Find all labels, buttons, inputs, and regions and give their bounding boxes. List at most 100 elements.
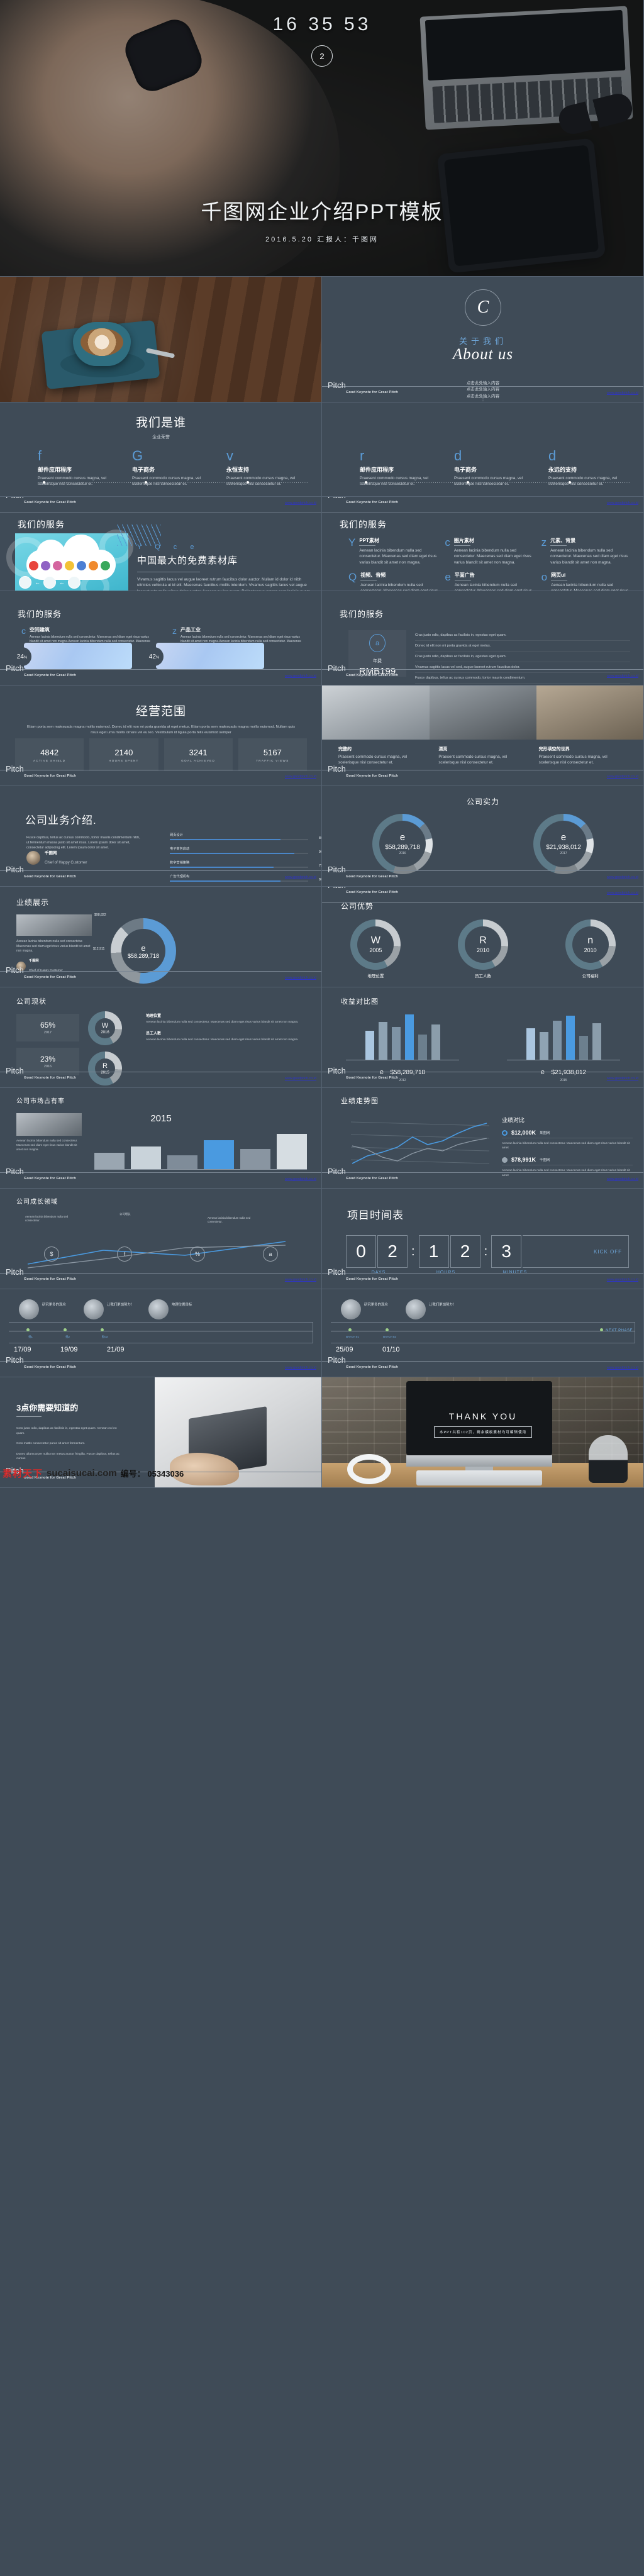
footer-url[interactable]: www.goodpitch.co.id bbox=[285, 1177, 316, 1181]
performance-photo bbox=[16, 914, 92, 936]
service-item-title: 网页ui bbox=[551, 572, 566, 578]
service-two-item-title: 产品工业 bbox=[180, 627, 201, 633]
thank-you-heading: THANK YOU bbox=[448, 1411, 518, 1421]
who-item-body: Praesent commodo cursus magna, vel scele… bbox=[132, 476, 201, 487]
footer-logo: Pitch bbox=[328, 497, 346, 499]
countdown-digit: 2 bbox=[377, 1235, 408, 1268]
person-role: Chief of Happy Customer bbox=[45, 861, 87, 865]
service-item-icon: e bbox=[445, 570, 451, 583]
legend-dot-icon bbox=[502, 1157, 508, 1163]
footer-logo: Pitch bbox=[328, 764, 346, 774]
footer-url[interactable]: www.goodpitch.co.id bbox=[607, 875, 638, 879]
timeline-mark-label: BATCH 01 bbox=[346, 1335, 359, 1338]
next-phase-label: NEXT PHASE bbox=[600, 1328, 633, 1333]
trend-body: Aenean lacinia bibendum nulla sed consec… bbox=[502, 1138, 633, 1150]
three-points-para: Cras justo odio, dapibus ac facilisis in… bbox=[16, 1427, 117, 1435]
footer-url[interactable]: www.goodpitch.co.id bbox=[607, 1278, 638, 1282]
footer-tagline: Good Keynote for Great Pitch bbox=[24, 975, 76, 979]
trend-name: 某图网 bbox=[540, 1131, 550, 1135]
footer-url[interactable]: www.goodpitch.co.id bbox=[285, 1077, 316, 1080]
slide-scope: 经营范围 Etiam porta sem malesuada magna mol… bbox=[0, 686, 322, 786]
who-item-body: Praesent commodo cursus magna, vel scele… bbox=[38, 476, 107, 487]
slide-footer: Pitch Good Keynote for Great Pitch www.g… bbox=[322, 865, 644, 887]
timeline-thumb bbox=[148, 1299, 169, 1319]
footer-url[interactable]: www.goodpitch.co.id bbox=[607, 391, 638, 395]
footer-url[interactable]: www.goodpitch.co.id bbox=[285, 976, 316, 980]
slide-footer: Pitch Good Keynote for Great Pitch www.g… bbox=[0, 1268, 322, 1289]
slide-footer: Pitch Good Keynote for Great Pitch www.g… bbox=[322, 381, 644, 402]
who-rail bbox=[38, 481, 309, 484]
three-points-title: 3点你需要知道的 bbox=[16, 1403, 79, 1413]
footer-url[interactable]: www.goodpitch.co.id bbox=[607, 674, 638, 678]
footer-tagline: Good Keynote for Great Pitch bbox=[24, 1365, 76, 1369]
stat-value: 2140 bbox=[114, 747, 133, 757]
who-title: 我们是谁 bbox=[135, 416, 186, 430]
footer-url[interactable]: www.goodpitch.co.id bbox=[285, 1278, 316, 1282]
ring-letter: R bbox=[103, 1062, 108, 1070]
tile-label: 2016 bbox=[43, 1065, 52, 1069]
slide-footer: Pitch Good Keynote for Great Pitch www.g… bbox=[322, 664, 644, 686]
photo-1 bbox=[322, 686, 430, 740]
footer-tagline: Good Keynote for Great Pitch bbox=[346, 1277, 398, 1281]
service-item-title: 图片素材 bbox=[453, 538, 474, 543]
footer-url[interactable]: www.goodpitch.co.id bbox=[285, 775, 316, 779]
timeline-dot-icon bbox=[348, 1328, 352, 1331]
slide-company-state: Pitch Good Keynote for Great Pitch www.g… bbox=[322, 887, 644, 987]
timeline-dot-icon bbox=[101, 1328, 104, 1331]
slide-footer: Pitch Good Keynote for Great Pitch www.g… bbox=[0, 1067, 322, 1088]
pricing-label: 年费 bbox=[373, 659, 382, 663]
ring-letter: W bbox=[370, 935, 380, 946]
countdown: 0 2 : 1 2 : 3 KICK OFF bbox=[346, 1235, 629, 1268]
stat-card: 4842 ACTIVE SHIELD bbox=[15, 738, 84, 771]
who-item: G 电子商务 Praesent commodo cursus magna, ve… bbox=[132, 449, 209, 487]
footer-url[interactable]: www.goodpitch.co.id bbox=[285, 1366, 316, 1370]
footer-url[interactable]: www.goodpitch.co.id bbox=[607, 1177, 638, 1181]
footer-url[interactable]: www.goodpitch.co.id bbox=[607, 775, 638, 779]
who-item-icon: d bbox=[548, 448, 557, 464]
donut-year: 2016 bbox=[399, 852, 406, 855]
footer-url[interactable]: www.goodpitch.co.id bbox=[607, 891, 638, 895]
slide-footer: Pitch Good Keynote for Great Pitch www.g… bbox=[0, 1356, 322, 1377]
growth-title: 公司成长领域 bbox=[16, 1199, 58, 1206]
market-share-title: 公司市场占有率 bbox=[16, 1098, 65, 1105]
footer-url[interactable]: www.goodpitch.co.id bbox=[607, 501, 638, 505]
donut-chart: e $58,289,718 2016 bbox=[372, 814, 433, 874]
footer-logo: Pitch bbox=[6, 663, 24, 673]
slide-timeline-right: 研究更多的观众 让我们更加努力！ BATCH 01 BATCH 02 NEXT … bbox=[322, 1289, 644, 1377]
current-note-title: 地理位置 bbox=[146, 1014, 162, 1018]
footer-url[interactable]: www.goodpitch.co.id bbox=[607, 1366, 638, 1370]
growth-node-icon: % bbox=[190, 1246, 205, 1262]
state-ring: n 2010 bbox=[565, 919, 616, 970]
performance-caption: Aenean lacinia bibendum nulla sed consec… bbox=[16, 940, 91, 953]
ring-letter: R bbox=[479, 935, 487, 946]
watermark-cn: 素材天下 bbox=[3, 1468, 43, 1479]
stat-value: 4842 bbox=[40, 747, 59, 757]
photo-strip bbox=[322, 686, 644, 740]
who-item-title: 电子商务 bbox=[454, 467, 477, 473]
ray-lines-decoration bbox=[117, 525, 161, 546]
footer-url[interactable]: www.goodpitch.co.id bbox=[607, 1077, 638, 1080]
watermark: 素材天下 sucaisucai.com 编号： 05343036 bbox=[0, 1460, 322, 1485]
scope-body: Etiam porta sem malesuada magna mollis e… bbox=[27, 725, 295, 735]
who-item-body: Praesent commodo cursus magna, vel scele… bbox=[360, 476, 429, 487]
bar-label: 数字营销策略 bbox=[170, 861, 190, 865]
service-grid-item: Q 视频、音频 Aenean lacinia bibendum nulla se… bbox=[348, 572, 440, 591]
footer-url[interactable]: www.goodpitch.co.id bbox=[285, 875, 316, 879]
service-item-icon: c bbox=[445, 536, 450, 548]
timeline-text: 让我们更加努力！ bbox=[429, 1303, 457, 1307]
trend-legend-row: $78,991K 千图网 bbox=[502, 1157, 633, 1163]
service-item-icon: Y bbox=[348, 536, 356, 548]
donut-amount: $21,938,012 bbox=[546, 844, 581, 851]
footer-url[interactable]: www.goodpitch.co.id bbox=[285, 674, 316, 678]
business-title: 公司业务介绍. bbox=[25, 814, 97, 826]
slide-project-timer: 项目时间表 0 2 : 1 2 : 3 KICK OFF DAYS HOURS … bbox=[322, 1189, 644, 1289]
donut-letter: e bbox=[399, 832, 406, 843]
slide-pricing: 我们的服务 a 年费 RMB199 Cras justo odio, dapib… bbox=[322, 591, 644, 686]
photo-column-body: Praesent commodo cursus magna, vel scele… bbox=[538, 755, 608, 765]
timeline-date: 19/09 bbox=[60, 1346, 78, 1353]
slide-service-grid: Pitch Good Keynote for Great Pitch www.g… bbox=[322, 497, 644, 591]
footer-logo: Pitch bbox=[328, 380, 346, 390]
about-title-en: About us bbox=[452, 346, 514, 363]
footer-url[interactable]: www.goodpitch.co.id bbox=[285, 501, 316, 505]
ring-letter: W bbox=[101, 1021, 109, 1030]
